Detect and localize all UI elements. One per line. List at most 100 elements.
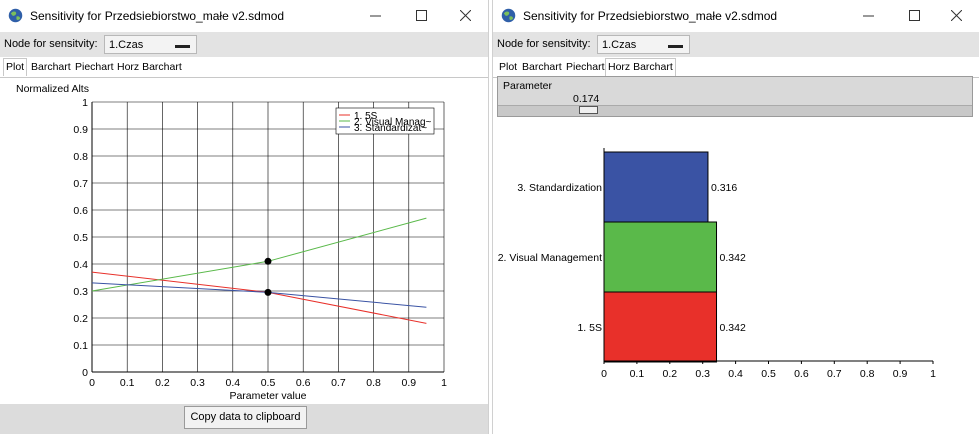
minimize-button[interactable] <box>845 0 891 31</box>
x-tick-label: 0 <box>89 377 95 389</box>
x-tick-label: 0.7 <box>331 377 346 389</box>
bar-value-label: 0.316 <box>711 182 737 194</box>
x-tick-label: 0.2 <box>662 368 677 380</box>
maximize-icon <box>909 10 920 21</box>
y-tick-label: 1 <box>82 97 88 109</box>
series-line-3 <box>91 282 427 308</box>
x-tick-label: 0.4 <box>225 377 240 389</box>
parameter-value: 0.174 <box>573 93 600 105</box>
x-tick-label: 0.4 <box>728 368 743 380</box>
window-title: Sensitivity for Przedsiebiorstwo_małe v2… <box>523 9 778 23</box>
view-tabs: Plot Barchart Piechart Horz Barchart <box>493 58 979 78</box>
title-bar: Sensitivity for Przedsiebiorstwo_małe v2… <box>0 0 488 31</box>
x-tick-label: 0.1 <box>630 368 645 380</box>
series-line-1 <box>91 271 427 324</box>
copy-data-button[interactable]: Copy data to clipboard <box>184 406 307 429</box>
minimize-icon <box>370 15 381 17</box>
node-select[interactable]: 1.Czas <box>597 35 690 54</box>
x-tick-label: 0.8 <box>366 377 381 389</box>
node-label: Node for sensitvity: <box>497 38 591 50</box>
x-tick-label: 0.2 <box>155 377 170 389</box>
tab-barchart[interactable]: Barchart <box>31 61 71 76</box>
node-toolbar: Node for sensitvity: 1.Czas <box>493 32 979 57</box>
x-tick-label: 0.5 <box>761 368 776 380</box>
series-line-2 <box>91 217 427 292</box>
parameter-slider[interactable] <box>498 105 972 116</box>
y-tick-label: 0.8 <box>73 151 88 163</box>
maximize-button[interactable] <box>398 0 444 31</box>
window-title: Sensitivity for Przedsiebiorstwo_małe v2… <box>30 9 285 23</box>
line-plot-panel: Normalized Alts 0 0.1 0.2 0.3 0.4 0.5 0.6 0.7 0.8… <box>0 78 488 404</box>
maximize-button[interactable] <box>891 0 937 31</box>
sensitivity-line-chart: Normalized Alts 0 0.1 0.2 0.3 0.4 0.5 0.6 0.7 0.8… <box>16 83 447 402</box>
right-sensitivity-window: Sensitivity for Przedsiebiorstwo_małe v2… <box>492 0 979 434</box>
node-select-value: 1.Czas <box>109 39 144 51</box>
bar-value-label: 0.342 <box>720 252 746 264</box>
x-tick-label: 0.6 <box>794 368 809 380</box>
tab-piechart[interactable]: Piechart <box>566 61 605 76</box>
close-button[interactable] <box>933 0 979 31</box>
x-tick-label: 0.9 <box>401 377 416 389</box>
bottom-bar: Copy data to clipboard <box>0 404 488 434</box>
horizontal-barchart-panel: 3. Standardization 0.316 2. Visual Managem… <box>493 118 979 434</box>
x-tick-label: 0.6 <box>296 377 311 389</box>
y-tick-label: 0.5 <box>73 232 88 244</box>
x-tick-label: 0.9 <box>893 368 908 380</box>
globe-app-icon <box>501 8 516 23</box>
node-select[interactable]: 1.Czas <box>104 35 197 54</box>
close-button[interactable] <box>442 0 488 31</box>
title-bar: Sensitivity for Przedsiebiorstwo_małe v2… <box>493 0 979 31</box>
bar-2 <box>603 221 718 293</box>
x-tick-label: 0.3 <box>695 368 710 380</box>
x-tick-label: 0.5 <box>261 377 276 389</box>
bar-value-label: 0.342 <box>720 322 746 334</box>
bar-category-label: 1. 5S <box>577 322 602 334</box>
x-tick-label: 0 <box>601 368 607 380</box>
y-axis-title: Normalized Alts <box>16 83 89 95</box>
y-tick-label: 0.2 <box>73 313 88 325</box>
bar-1 <box>603 151 709 223</box>
close-icon <box>460 10 471 21</box>
x-tick-label: 1 <box>930 368 936 380</box>
x-tick-label: 0.7 <box>827 368 842 380</box>
maximize-icon <box>416 10 427 21</box>
tab-piechart[interactable]: Piechart <box>75 61 114 76</box>
y-tick-label: 0.9 <box>73 124 88 136</box>
dropdown-indicator-icon <box>175 45 190 48</box>
current-value-marker <box>264 257 272 265</box>
tab-plot[interactable]: Plot <box>3 58 28 76</box>
bar-category-label: 3. Standardization <box>517 182 602 194</box>
minimize-button[interactable] <box>352 0 398 31</box>
y-tick-label: 0.6 <box>73 205 88 217</box>
tab-barchart[interactable]: Barchart <box>522 61 562 76</box>
node-label: Node for sensitvity: <box>4 38 98 50</box>
minimize-icon <box>863 15 874 17</box>
x-tick-label: 0.3 <box>190 377 205 389</box>
close-icon <box>951 10 962 21</box>
dropdown-indicator-icon <box>668 45 683 48</box>
bar-category-label: 2. Visual Management <box>498 252 602 264</box>
legend-label: 3. Standardizat~ <box>354 123 427 134</box>
bar-3 <box>603 291 718 363</box>
x-tick-label: 0.8 <box>860 368 875 380</box>
globe-app-icon <box>8 8 23 23</box>
view-tabs: Plot Barchart Piechart Horz Barchart <box>0 58 488 78</box>
y-tick-label: 0.4 <box>73 259 88 271</box>
y-tick-label: 0.3 <box>73 286 88 298</box>
node-toolbar: Node for sensitvity: 1.Czas <box>0 32 488 57</box>
tab-plot[interactable]: Plot <box>499 61 517 76</box>
y-tick-label: 0 <box>82 367 88 379</box>
current-value-marker <box>264 288 272 296</box>
node-select-value: 1.Czas <box>602 39 637 51</box>
x-axis-title: Parameter value <box>229 390 306 402</box>
x-tick-label: 1 <box>441 377 447 389</box>
tab-horz-barchart[interactable]: Horz Barchart <box>117 61 182 76</box>
y-tick-label: 0.1 <box>73 340 88 352</box>
left-sensitivity-window: Sensitivity for Przedsiebiorstwo_małe v2… <box>0 0 489 434</box>
slider-thumb[interactable] <box>579 106 598 114</box>
sensitivity-horizontal-barchart: 3. Standardization 0.316 2. Visual Managem… <box>498 148 936 380</box>
tab-horz-barchart[interactable]: Horz Barchart <box>605 58 676 76</box>
parameter-label: Parameter <box>503 80 553 92</box>
x-tick-label: 0.1 <box>120 377 135 389</box>
y-tick-label: 0.7 <box>73 178 88 190</box>
